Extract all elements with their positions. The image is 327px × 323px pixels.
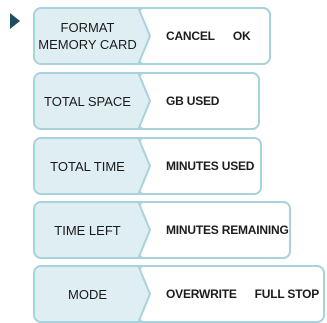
row-label-time-left: TIME LEFT xyxy=(54,222,121,238)
row-label-total-time: TOTAL TIME xyxy=(50,158,125,174)
row-time-left[interactable]: TIME LEFT MINUTES REMAINING xyxy=(33,201,291,259)
row-total-time[interactable]: TOTAL TIME MINUTES USED xyxy=(33,137,262,195)
row-label-format-memory-card: FORMAT MEMORY CARD xyxy=(38,20,137,52)
row-value-total-space: GB USED xyxy=(138,72,260,130)
ok-option[interactable]: OK xyxy=(233,29,251,43)
row-value-time-left: MINUTES REMAINING xyxy=(138,201,291,259)
row-format-memory-card[interactable]: FORMAT MEMORY CARD CANCEL OK xyxy=(33,7,271,65)
row-label-total-space: TOTAL SPACE xyxy=(44,93,131,109)
minutes-remaining-value: MINUTES REMAINING xyxy=(166,223,289,237)
cancel-option[interactable]: CANCEL xyxy=(166,29,215,43)
selection-arrow-icon xyxy=(10,13,20,29)
row-value-format-memory-card: CANCEL OK xyxy=(138,7,271,65)
gb-used-value: GB USED xyxy=(166,94,220,108)
row-value-total-time: MINUTES USED xyxy=(138,137,262,195)
overwrite-option[interactable]: OVERWRITE xyxy=(166,287,237,301)
full-stop-option[interactable]: FULL STOP xyxy=(255,287,320,301)
minutes-used-value: MINUTES USED xyxy=(166,159,255,173)
row-total-space[interactable]: TOTAL SPACE GB USED xyxy=(33,72,260,130)
row-mode[interactable]: MODE OVERWRITE FULL STOP xyxy=(33,265,325,323)
row-value-mode: OVERWRITE FULL STOP xyxy=(138,265,325,323)
row-label-mode: MODE xyxy=(68,286,107,302)
